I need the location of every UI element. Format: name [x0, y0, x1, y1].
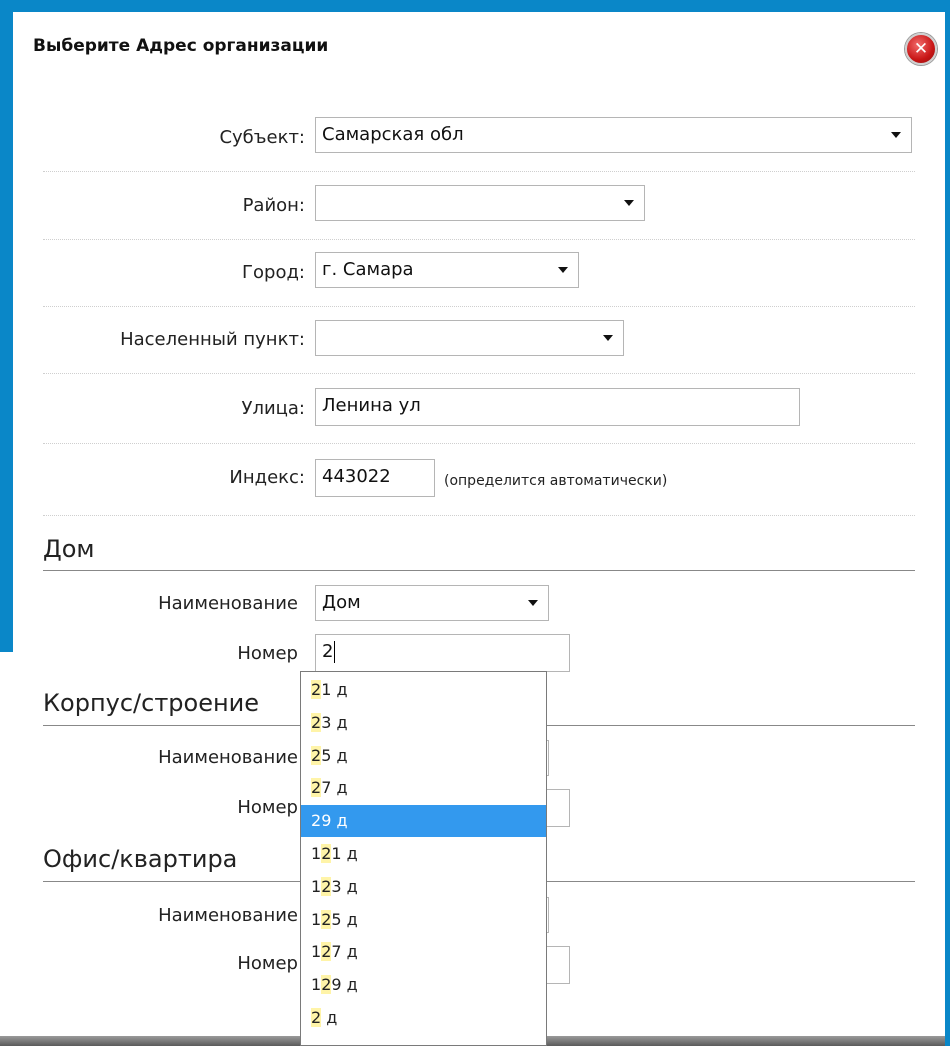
office-name-label: Наименование	[158, 905, 298, 926]
divider	[43, 306, 915, 307]
window-frame-right	[945, 0, 950, 1046]
suggestion-item[interactable]: 125 д	[301, 904, 546, 936]
suggestion-item[interactable]: 127 д	[301, 936, 546, 968]
street-input[interactable]: Ленина ул	[315, 388, 800, 426]
index-label: Индекс:	[229, 467, 305, 488]
section-rule	[43, 570, 915, 571]
office-section-title: Офис/квартира	[43, 845, 238, 873]
suggestion-item[interactable]: 129 д	[301, 969, 546, 1001]
suggestion-item[interactable]: 27 д	[301, 772, 546, 804]
divider	[43, 515, 915, 516]
dialog-title: Выберите Адрес организации	[33, 36, 329, 56]
house-name-select[interactable]: Дом	[315, 585, 549, 621]
house-name-label: Наименование	[158, 593, 298, 614]
window-frame-top	[0, 0, 950, 12]
district-select[interactable]	[315, 185, 645, 221]
divider	[43, 373, 915, 374]
subject-label: Субъект:	[219, 127, 305, 148]
close-icon[interactable]: ✕	[905, 33, 937, 65]
suggestion-item[interactable]: 2 д	[301, 1002, 546, 1034]
street-label: Улица:	[241, 398, 305, 419]
divider	[43, 239, 915, 240]
building-name-label: Наименование	[158, 747, 298, 768]
district-label: Район:	[242, 195, 305, 216]
index-input[interactable]: 443022	[315, 459, 435, 497]
suggestion-item[interactable]: 23 д	[301, 707, 546, 739]
city-select[interactable]: г. Самара	[315, 252, 579, 288]
office-number-label: Номер	[237, 953, 298, 974]
text-caret	[334, 641, 336, 663]
subject-select[interactable]: Самарская обл	[315, 117, 912, 153]
building-section-title: Корпус/строение	[43, 689, 260, 717]
window-frame-left	[0, 0, 13, 652]
city-label: Город:	[242, 262, 305, 283]
building-number-label: Номер	[237, 797, 298, 818]
divider	[43, 443, 915, 444]
suggestion-item[interactable]: 121 д	[301, 838, 546, 870]
suggestion-item[interactable]: 29 д	[301, 805, 546, 838]
locality-label: Населенный пункт:	[120, 329, 305, 350]
house-section-title: Дом	[43, 535, 95, 563]
locality-select[interactable]	[315, 320, 624, 356]
suggestion-item[interactable]: 25 д	[301, 740, 546, 772]
house-number-suggestions[interactable]: 21 д 23 д 25 д 27 д 29 д 121 д 123 д 125 д 127 д…	[300, 671, 547, 1046]
suggestion-item[interactable]: 123 д	[301, 871, 546, 903]
house-number-label: Номер	[237, 643, 298, 664]
divider	[43, 171, 915, 172]
suggestion-item[interactable]: 21 д	[301, 674, 546, 706]
index-hint: (определится автоматически)	[444, 473, 668, 489]
house-number-input[interactable]: 2	[315, 634, 570, 672]
